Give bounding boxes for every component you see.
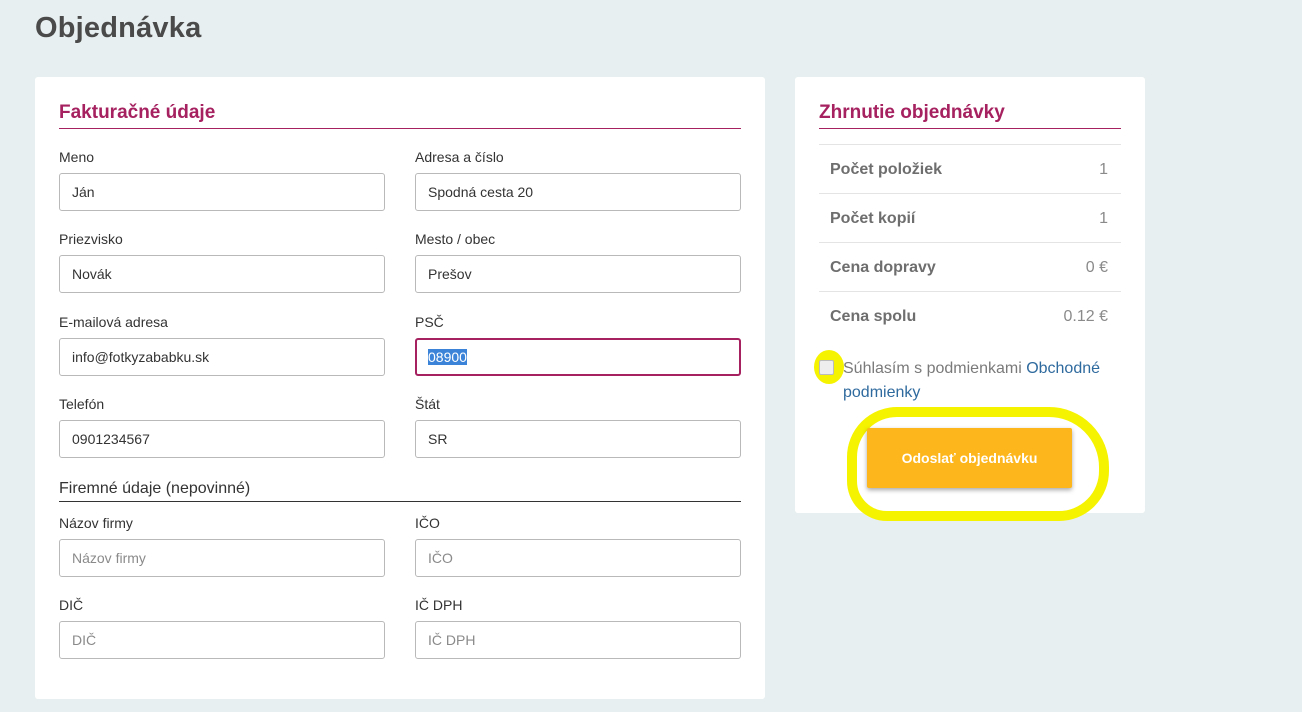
summary-row-label: Cena dopravy (830, 259, 936, 276)
submit-order-button[interactable]: Odoslať objednávku (867, 428, 1072, 488)
summary-row-label: Počet položiek (830, 161, 943, 178)
terms-label: Súhlasím s podmienkami (843, 360, 1027, 377)
summary-title-rule (819, 128, 1121, 129)
zip-label: PSČ (415, 314, 444, 330)
address-label: Adresa a číslo (415, 149, 504, 165)
last-name-input[interactable] (59, 255, 385, 293)
company-section-title: Firemné údaje (nepovinné) (59, 480, 251, 497)
summary-row-shipping: Cena dopravy 0 € (819, 242, 1121, 291)
summary-row-value: 1 (1099, 161, 1108, 178)
summary-row-label: Počet kopií (830, 210, 916, 227)
company-section-rule (59, 501, 741, 502)
zip-input[interactable]: 08900 (415, 338, 741, 376)
phone-label: Telefón (59, 396, 105, 412)
ico-input[interactable] (415, 539, 741, 577)
country-input[interactable] (415, 420, 741, 458)
summary-row-items: Počet položiek 1 (819, 144, 1121, 193)
email-input[interactable] (59, 338, 385, 376)
summary-row-label: Cena spolu (830, 308, 917, 325)
zip-input-value: 08900 (428, 349, 467, 365)
summary-row-value: 0.12 € (1063, 308, 1108, 325)
country-label: Štát (415, 396, 440, 412)
last-name-label: Priezvisko (59, 231, 123, 247)
ic-dph-label: IČ DPH (415, 597, 463, 613)
page-title: Objednávka (35, 12, 202, 44)
summary-row-total: Cena spolu 0.12 € (819, 291, 1121, 340)
ico-label: IČO (415, 515, 440, 531)
first-name-input[interactable] (59, 173, 385, 211)
billing-card: Fakturačné údaje Meno Adresa a číslo Pri… (35, 77, 765, 699)
summary-row-copies: Počet kopií 1 (819, 193, 1121, 242)
address-input[interactable] (415, 173, 741, 211)
ic-dph-input[interactable] (415, 621, 741, 659)
terms-text: Súhlasím s podmienkami Obchodné podmienk… (843, 357, 1133, 405)
billing-title-rule (59, 128, 741, 129)
dic-input[interactable] (59, 621, 385, 659)
billing-title: Fakturačné údaje (59, 102, 216, 123)
summary-title: Zhrnutie objednávky (819, 102, 1005, 123)
city-label: Mesto / obec (415, 231, 496, 247)
dic-label: DIČ (59, 597, 84, 613)
summary-row-value: 1 (1099, 210, 1108, 227)
terms-checkbox[interactable] (819, 360, 834, 375)
company-name-label: Názov firmy (59, 515, 133, 531)
city-input[interactable] (415, 255, 741, 293)
phone-input[interactable] (59, 420, 385, 458)
first-name-label: Meno (59, 149, 95, 165)
summary-row-value: 0 € (1085, 259, 1108, 276)
company-name-input[interactable] (59, 539, 385, 577)
email-label: E-mailová adresa (59, 314, 168, 330)
summary-card: Zhrnutie objednávky Počet položiek 1 Poč… (795, 77, 1145, 521)
